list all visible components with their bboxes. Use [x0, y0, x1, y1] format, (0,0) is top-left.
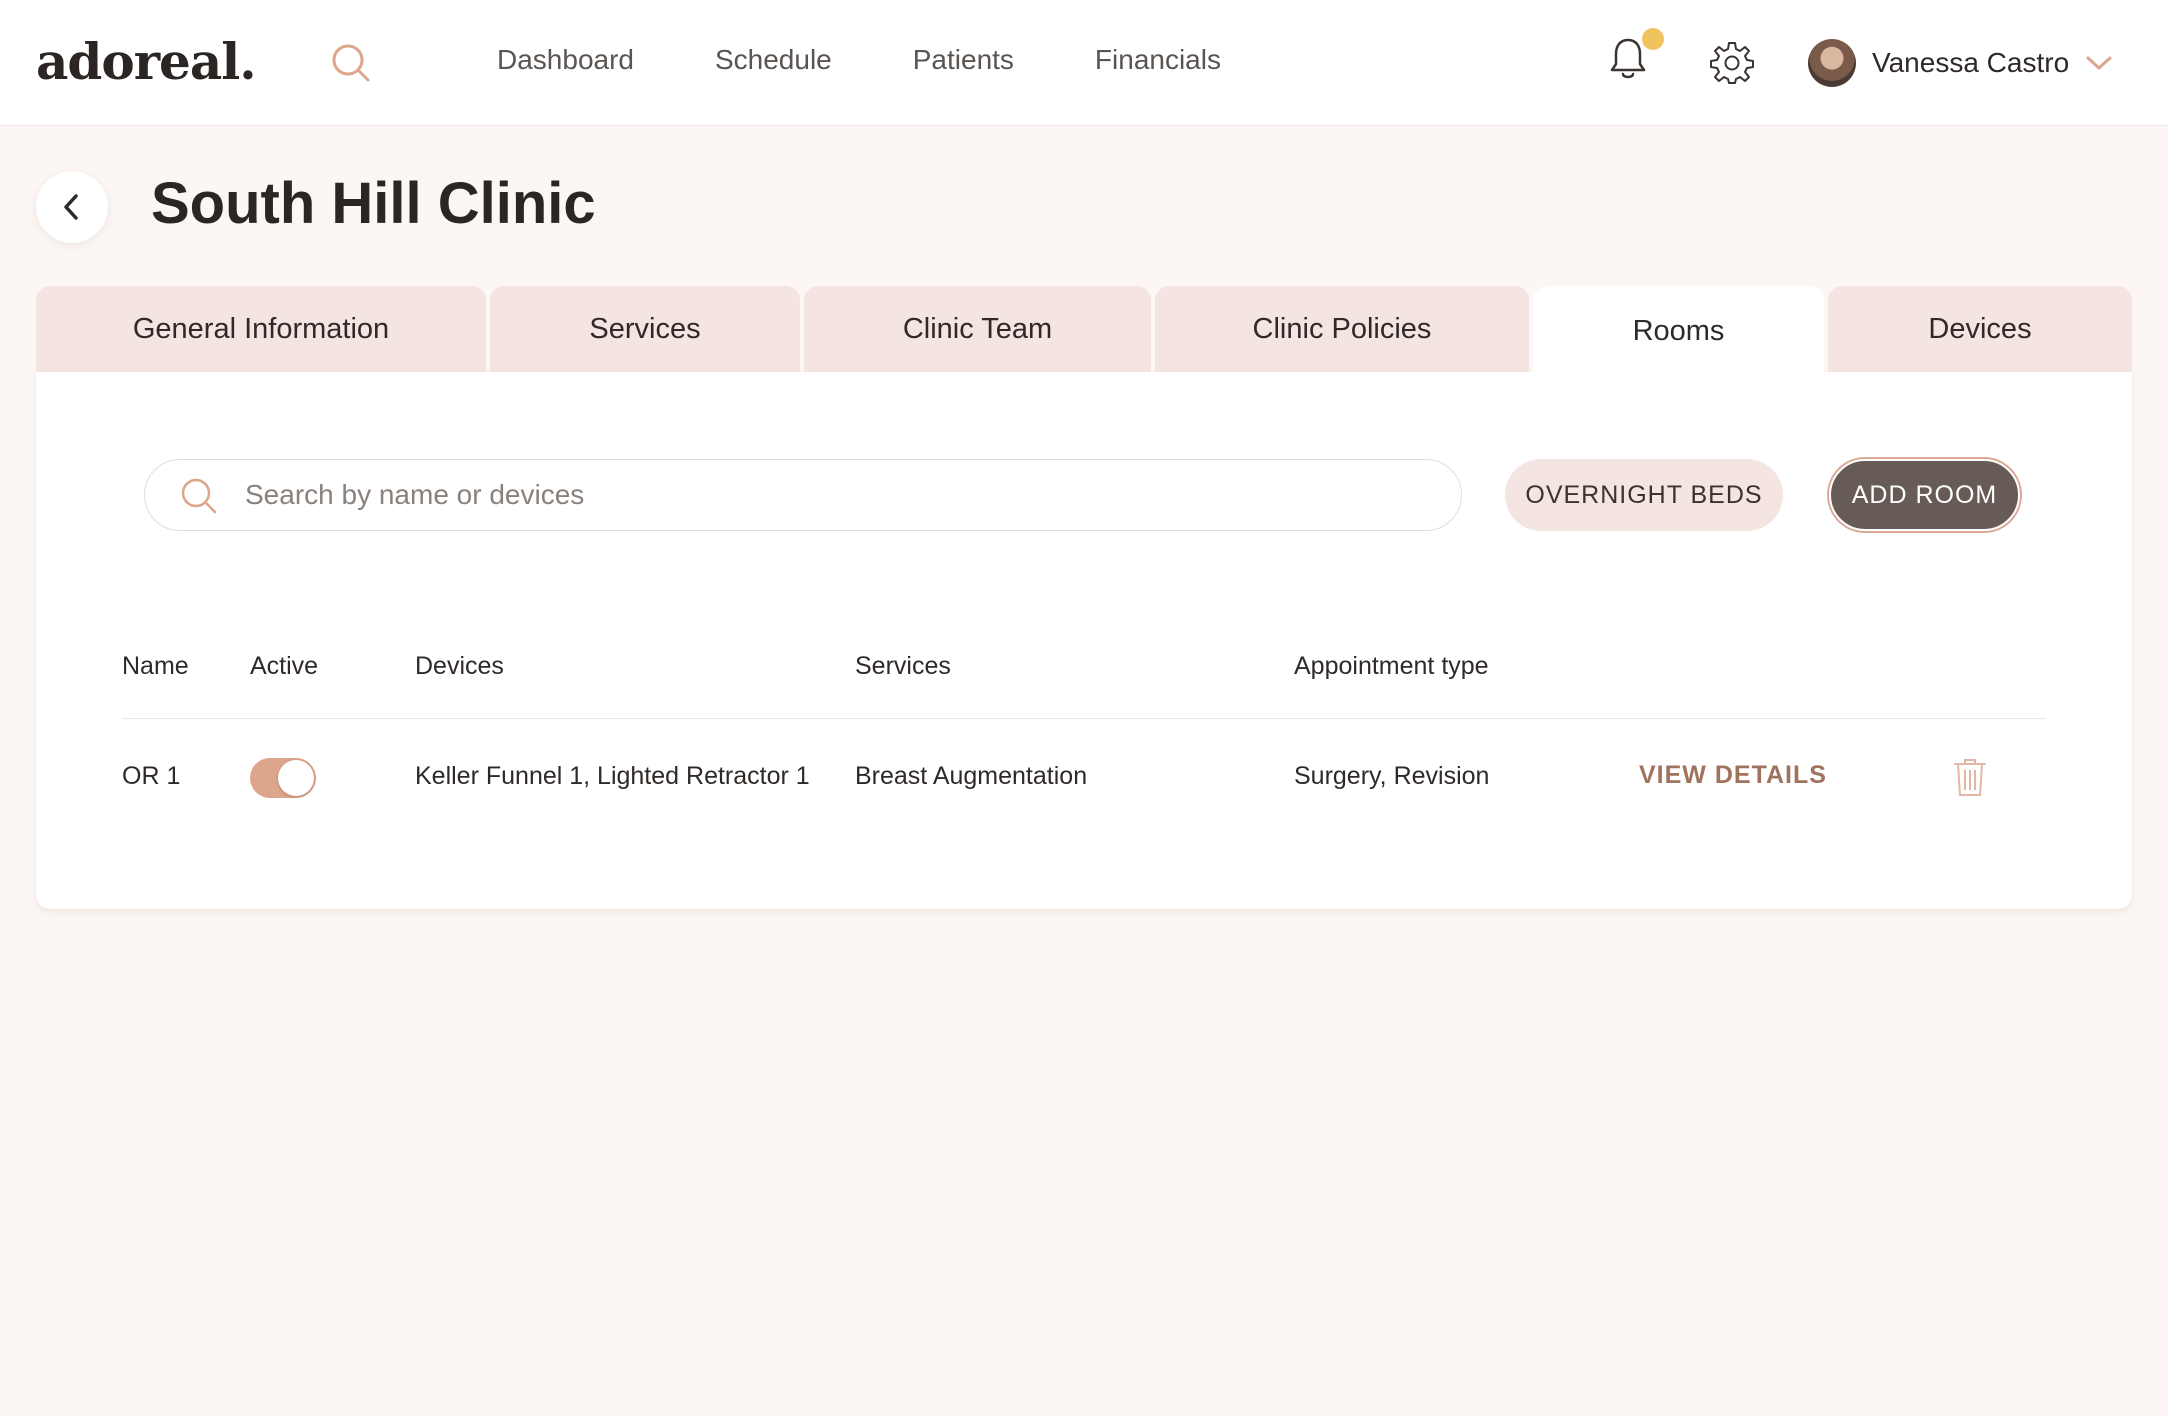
column-header-devices: Devices — [415, 652, 504, 680]
nav-dashboard[interactable]: Dashboard — [497, 44, 634, 84]
notification-dot — [1642, 28, 1664, 50]
add-room-button[interactable]: ADD ROOM — [1829, 459, 2020, 531]
main-nav: Dashboard Schedule Patients Financials — [497, 44, 1302, 84]
top-navbar: adoreal. Dashboard Schedule Patients Fin… — [0, 0, 2168, 126]
search-icon — [181, 478, 217, 514]
room-services: Breast Augmentation — [855, 762, 1088, 790]
nav-financials[interactable]: Financials — [1095, 44, 1221, 84]
trash-icon[interactable] — [1952, 756, 1988, 798]
avatar — [1808, 39, 1856, 87]
rooms-panel: OVERNIGHT BEDS ADD ROOM Name Active Devi… — [36, 372, 2132, 909]
overnight-beds-button[interactable]: OVERNIGHT BEDS — [1505, 459, 1783, 531]
tab-services[interactable]: Services — [490, 286, 800, 372]
page-title: South Hill Clinic — [151, 171, 596, 236]
table-divider — [122, 718, 2046, 719]
room-appointment-type: Surgery, Revision — [1294, 762, 1490, 790]
app-logo[interactable]: adoreal. — [36, 32, 257, 91]
column-header-active: Active — [250, 652, 319, 680]
toggle-knob — [278, 760, 314, 796]
search-icon[interactable] — [330, 42, 372, 84]
column-header-appointment-type: Appointment type — [1294, 652, 1489, 680]
room-name: OR 1 — [122, 762, 181, 790]
user-name: Vanessa Castro — [1872, 47, 2070, 78]
search-input[interactable] — [245, 470, 1425, 520]
search-field[interactable] — [144, 459, 1462, 531]
active-toggle[interactable] — [250, 758, 316, 798]
chevron-down-icon — [2086, 56, 2112, 70]
tab-clinic-policies[interactable]: Clinic Policies — [1155, 286, 1529, 372]
tab-rooms[interactable]: Rooms — [1533, 286, 1824, 376]
user-menu[interactable]: Vanessa Castro — [1808, 38, 2113, 88]
back-button[interactable] — [36, 171, 108, 243]
tab-clinic-team[interactable]: Clinic Team — [804, 286, 1151, 372]
nav-patients[interactable]: Patients — [913, 44, 1014, 84]
column-header-name: Name — [122, 652, 189, 680]
room-devices: Keller Funnel 1, Lighted Retractor 1 — [415, 762, 810, 790]
view-details-link[interactable]: VIEW DETAILS — [1639, 761, 1827, 790]
chevron-left-icon — [64, 194, 78, 220]
gear-icon[interactable] — [1710, 40, 1754, 84]
nav-schedule[interactable]: Schedule — [715, 44, 832, 84]
column-header-services: Services — [855, 652, 951, 680]
tab-devices[interactable]: Devices — [1828, 286, 2132, 372]
tab-general-information[interactable]: General Information — [36, 286, 486, 372]
